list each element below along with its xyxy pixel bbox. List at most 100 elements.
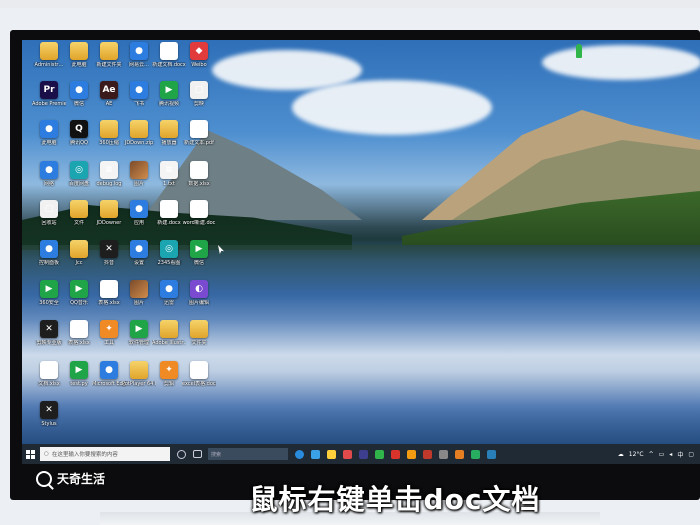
white-icon: ▢ — [190, 81, 208, 99]
weather-temp[interactable]: 12°C — [629, 451, 644, 458]
desktop-icon[interactable]: ● 控制面板 — [34, 240, 64, 282]
blue-icon: ● — [70, 81, 88, 99]
app-icon[interactable] — [343, 449, 352, 459]
desktop-icon[interactable]: W 新建.docx — [154, 200, 184, 242]
desktop-icon[interactable]: Ae AE — [94, 81, 124, 123]
notification-icon[interactable]: ▢ — [688, 451, 694, 458]
desktop-icon[interactable]: JDDowner — [94, 200, 124, 242]
folder-icon — [70, 42, 88, 60]
desktop-icon[interactable]: ◎ 2345看图 — [154, 240, 184, 282]
desktop-icon[interactable]: 此电脑 — [64, 42, 94, 84]
desktop-icon[interactable]: 播放器 — [154, 120, 184, 162]
photoshop-icon[interactable] — [359, 449, 368, 459]
doc-icon: W — [190, 361, 208, 379]
desktop-icon[interactable]: ● 应用 — [124, 200, 154, 242]
app-icon-2[interactable] — [407, 449, 416, 459]
desktop-icon-label: 剪映专业版 — [36, 340, 62, 346]
desktop-screen: Administr… 此电脑 新建文件夹 ● 网易云… W 新建文档.docx ◆ Weibo P… — [22, 40, 700, 464]
desktop-icon[interactable]: 文件夹 — [184, 320, 214, 362]
desktop-icon[interactable]: ▶ 微信 — [184, 240, 214, 282]
desktop-icon[interactable]: ● 微信 — [64, 81, 94, 123]
doc-icon: W — [190, 200, 208, 218]
desktop-icon[interactable]: ✦ 工具 — [94, 320, 124, 362]
wps-icon[interactable] — [391, 449, 400, 459]
chevron-up-icon[interactable]: ^ — [649, 451, 654, 458]
app-icon-5[interactable] — [455, 449, 464, 459]
desktop-icon[interactable]: P 新建文本.pdf — [184, 120, 214, 162]
task-view-icon[interactable] — [193, 450, 202, 458]
green-icon: ▶ — [70, 280, 88, 298]
desktop-icon[interactable]: ✕ Stylus — [34, 401, 64, 443]
desktop-icon[interactable]: ● 网络 — [34, 161, 64, 203]
browser-icon[interactable] — [311, 449, 320, 459]
cortana-icon[interactable] — [177, 449, 186, 459]
desktop-icon[interactable]: ▢ 剪映 — [184, 81, 214, 123]
desktop-icon-label: 表格.xlsx — [98, 300, 120, 306]
blue-icon: ● — [40, 161, 58, 179]
desktop-icon[interactable]: ▶ test.py — [64, 361, 94, 403]
desktop-icon[interactable]: Wword新建.doc — [183, 200, 215, 242]
desktop-icon[interactable]: 文件 — [64, 200, 94, 242]
desktop-icon[interactable]: X 文档.xlsx — [34, 361, 64, 403]
desktop-icon[interactable]: ● 设置 — [124, 240, 154, 282]
desktop-icon[interactable]: ≡ debug.log — [94, 161, 124, 203]
desktop-icon[interactable]: ● Microsoft Edge — [92, 361, 126, 403]
desktop-icon[interactable]: 新建文件夹 — [94, 42, 124, 84]
desktop-icon[interactable]: 图片 — [124, 280, 154, 322]
desktop-icon[interactable]: ≡ 1.txt — [154, 161, 184, 203]
desktop-icon[interactable]: ▶ 360安全 — [34, 280, 64, 322]
photo-frame-top — [0, 0, 700, 8]
desktop-icon[interactable]: ● 迅雷 — [154, 280, 184, 322]
desktop-icon-label: test.py — [70, 381, 88, 387]
desktop-icon[interactable]: X 表格.xlsx — [64, 320, 94, 362]
app-icon-6[interactable] — [471, 449, 480, 459]
desktop-icon[interactable]: ● 此电脑 — [34, 120, 64, 162]
desktop-icon[interactable]: ● 飞书 — [124, 81, 154, 123]
desktop-icon[interactable]: W 新建文档.docx — [152, 42, 186, 84]
desktop-icon[interactable]: 360压缩 — [94, 120, 124, 162]
desktop-icon[interactable]: ◎ 百度网盘 — [64, 161, 94, 203]
desktop-icon[interactable]: Administr… — [34, 42, 64, 84]
taskbar-search-input[interactable]: ○ 在这里输入你要搜索的内容 — [40, 447, 170, 461]
blue-icon: ● — [100, 361, 118, 379]
desktop-icon[interactable]: ✕ 剪映专业版 — [34, 320, 64, 362]
folder-icon — [160, 120, 178, 138]
desktop-icon[interactable]: ● 网易云… — [124, 42, 154, 84]
desktop-icon[interactable]: X 表格.xlsx — [94, 280, 124, 322]
file-explorer-icon[interactable] — [327, 449, 336, 459]
desktop-icon[interactable]: PotPlayer 64 bit — [122, 361, 156, 403]
desktop-icon-label: 文件夹 — [191, 340, 207, 346]
app-icon-4[interactable] — [439, 449, 448, 459]
desktop-icon-label: QQ音乐 — [70, 300, 88, 306]
desktop-icon[interactable]: ▶ 腾讯视频 — [154, 81, 184, 123]
desktop-icon[interactable]: X 数据.xlsx — [184, 161, 214, 203]
desktop-icon[interactable]: Q 腾讯QQ — [64, 120, 94, 162]
desktop-icon[interactable]: 图片 — [124, 161, 154, 203]
volume-icon[interactable]: ◂ — [669, 451, 672, 458]
desktop-icon[interactable]: ◐ 图片编辑 — [184, 280, 214, 322]
blue-icon: ● — [130, 240, 148, 258]
app-icon-7[interactable] — [487, 449, 496, 459]
taskbar-search-bar[interactable]: 搜索 — [208, 448, 288, 460]
desktop-icon-label: 飞书 — [133, 101, 144, 107]
wechat-icon[interactable] — [375, 449, 384, 459]
desktop-icon[interactable]: Wexcel表格.docx — [182, 361, 216, 403]
desktop-icon[interactable]: ▶ 软件管理 — [124, 320, 154, 362]
app-icon-3[interactable] — [423, 449, 432, 459]
desktop-icon[interactable]: ◆ Weibo — [184, 42, 214, 84]
desktop-icon-label: 网络 — [43, 181, 54, 187]
desktop-icon[interactable]: Jcc — [64, 240, 94, 282]
desktop-icon[interactable]: ▶ QQ音乐 — [64, 280, 94, 322]
desktop-icon[interactable]: Adobe Illustr… — [152, 320, 186, 362]
start-button[interactable] — [22, 444, 38, 464]
network-icon[interactable]: ▭ — [659, 451, 665, 458]
desktop-icon[interactable]: Pr Adobe Premie… — [32, 81, 66, 123]
desktop-icon[interactable]: JDDown.zip — [124, 120, 154, 162]
input-method[interactable]: 中 — [677, 450, 683, 459]
desktop-icon[interactable]: ✕ 抖音 — [94, 240, 124, 282]
folder-icon — [70, 200, 88, 218]
desktop-icon[interactable]: ▢ 回收站 — [34, 200, 64, 242]
desktop-icon[interactable]: ✦ 剪辑 — [154, 361, 184, 403]
teal-icon: ◎ — [70, 161, 88, 179]
edge-icon[interactable] — [295, 449, 304, 459]
